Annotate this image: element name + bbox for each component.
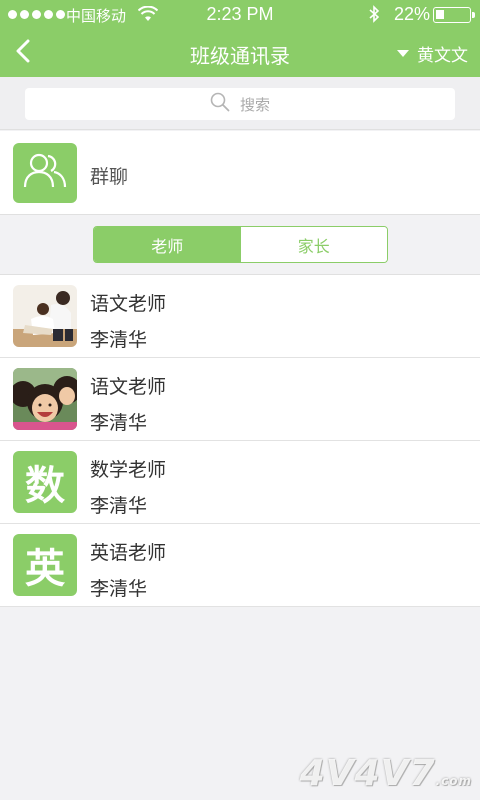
search-bar: 搜索 bbox=[0, 77, 480, 130]
contact-avatar-photo bbox=[13, 368, 77, 430]
contact-name: 李清华 bbox=[90, 578, 148, 600]
role-segmented-control: 老师 家长 bbox=[93, 226, 388, 263]
contact-role: 语文老师 bbox=[90, 376, 167, 398]
contact-role: 语文老师 bbox=[90, 293, 167, 315]
nav-bar: 班级通讯录 黄文文 bbox=[0, 30, 480, 77]
top-bar: 中国移动 2:23 PM 22% 班级通讯录 黄文文 bbox=[0, 0, 480, 77]
tab-teachers[interactable]: 老师 bbox=[94, 227, 241, 262]
watermark-text: 4V4V7 bbox=[299, 753, 436, 794]
tab-parents[interactable]: 家长 bbox=[240, 227, 387, 262]
contact-row[interactable]: 数 数学老师 李清华 bbox=[0, 441, 480, 524]
watermark-suffix: .com bbox=[435, 774, 472, 788]
group-chat-row[interactable]: 群聊 bbox=[0, 131, 480, 215]
contact-row[interactable]: 语文老师 李清华 bbox=[0, 275, 480, 358]
caret-down-icon bbox=[397, 50, 409, 57]
status-bar: 中国移动 2:23 PM 22% bbox=[0, 0, 480, 30]
contact-avatar-photo bbox=[13, 285, 77, 347]
contact-avatar-text: 数 bbox=[13, 451, 77, 513]
current-user-name: 黄文文 bbox=[417, 46, 468, 66]
contact-name: 李清华 bbox=[90, 412, 148, 434]
search-input[interactable]: 搜索 bbox=[25, 88, 455, 120]
user-switcher[interactable]: 黄文文 bbox=[397, 41, 468, 66]
contact-name: 李清华 bbox=[90, 495, 148, 517]
users-icon bbox=[23, 152, 67, 194]
search-icon bbox=[210, 92, 230, 116]
contact-avatar-text: 英 bbox=[13, 534, 77, 596]
group-chat-label: 群聊 bbox=[90, 166, 129, 188]
contact-row[interactable]: 语文老师 李清华 bbox=[0, 358, 480, 441]
battery-percent: 22% bbox=[394, 4, 431, 24]
contact-name: 李清华 bbox=[90, 329, 148, 351]
search-placeholder: 搜索 bbox=[239, 95, 270, 114]
contact-role: 英语老师 bbox=[90, 542, 167, 564]
segment-bar: 老师 家长 bbox=[0, 215, 480, 275]
contact-role: 数学老师 bbox=[90, 459, 167, 481]
site-watermark: 4V4V7.com bbox=[300, 753, 472, 794]
bluetooth-icon bbox=[368, 5, 380, 28]
contact-row[interactable]: 英 英语老师 李清华 bbox=[0, 524, 480, 607]
battery-icon bbox=[433, 7, 475, 23]
group-chat-avatar bbox=[13, 143, 77, 203]
contact-list: 语文老师 李清华 语文老师 李清华 数 数学老师 李清华 英 英语老师 李清华 bbox=[0, 275, 480, 607]
